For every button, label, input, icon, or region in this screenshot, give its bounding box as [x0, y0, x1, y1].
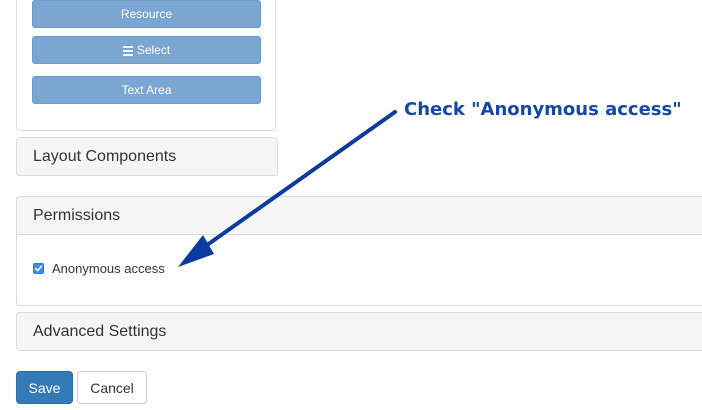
text-area-button-label: Text Area: [121, 83, 172, 97]
anonymous-access-checkbox[interactable]: [33, 263, 44, 274]
advanced-settings-title: Advanced Settings: [33, 322, 167, 340]
advanced-settings-panel-heading[interactable]: Advanced Settings: [16, 312, 702, 351]
components-palette: Resource Select Text Area: [16, 0, 276, 131]
permissions-panel: Permissions Anonymous access: [16, 196, 702, 306]
layout-components-panel-heading[interactable]: Layout Components: [16, 137, 278, 176]
resource-component-button[interactable]: Resource: [32, 0, 261, 28]
save-button-label: Save: [28, 379, 61, 396]
text-area-component-button[interactable]: Text Area: [32, 76, 261, 104]
layout-components-title: Layout Components: [33, 147, 177, 165]
anonymous-access-label[interactable]: Anonymous access: [52, 261, 165, 276]
checkmark-icon: [34, 265, 43, 272]
cancel-button[interactable]: Cancel: [77, 371, 147, 404]
save-button[interactable]: Save: [16, 371, 73, 404]
select-component-button[interactable]: Select: [32, 36, 261, 64]
select-button-label: Select: [136, 43, 171, 57]
cancel-button-label: Cancel: [90, 379, 134, 396]
page: Resource Select Text Area Layout Compone…: [0, 0, 702, 410]
anonymous-access-row: Anonymous access: [33, 261, 165, 276]
list-icon: [122, 45, 133, 56]
permissions-panel-heading[interactable]: Permissions: [16, 196, 702, 235]
annotation-text: Check "Anonymous access": [404, 99, 682, 120]
resource-button-label: Resource: [120, 7, 173, 21]
permissions-title: Permissions: [33, 206, 121, 224]
